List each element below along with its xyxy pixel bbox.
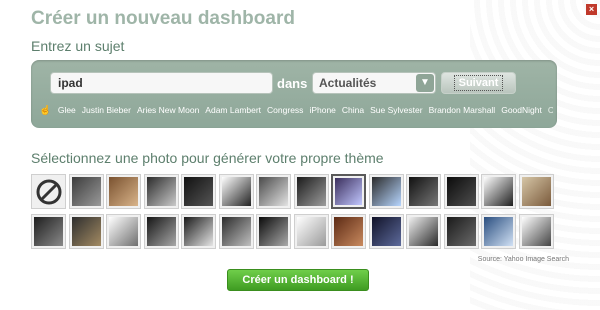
tag-link[interactable]: Aries New Moon xyxy=(137,105,199,115)
photo-select-label: Sélectionnez une photo pour générer votr… xyxy=(31,150,384,166)
photo-image xyxy=(71,217,101,246)
photo-image xyxy=(221,217,251,246)
photo-image xyxy=(146,217,176,246)
photo-thumbnail[interactable] xyxy=(406,174,441,209)
tag-link[interactable]: Brandon Marshall xyxy=(429,105,496,115)
suggested-tags: ☝ Glee Justin Bieber Aries New Moon Adam La… xyxy=(39,105,553,119)
tag-link[interactable]: China xyxy=(342,105,364,115)
photo-thumbnail[interactable] xyxy=(481,174,516,209)
photo-image xyxy=(296,217,326,246)
photo-thumbnail[interactable] xyxy=(368,174,404,209)
photo-thumbnail[interactable] xyxy=(331,174,366,209)
photo-image xyxy=(259,177,288,206)
photo-image xyxy=(296,177,326,206)
photo-thumbnail[interactable] xyxy=(106,214,141,249)
photo-image xyxy=(371,177,401,206)
page-title: Créer un nouveau dashboard xyxy=(31,8,295,29)
photo-thumbnail[interactable] xyxy=(181,174,216,209)
chevron-down-icon[interactable]: ▼ xyxy=(416,74,434,92)
tag-link[interactable]: Glee xyxy=(58,105,76,115)
photo-thumbnail[interactable] xyxy=(293,174,329,209)
photo-thumbnail[interactable] xyxy=(518,174,554,209)
photo-thumbnail[interactable] xyxy=(256,214,291,249)
photo-image xyxy=(334,217,363,246)
photo-image xyxy=(335,178,362,205)
tag-link[interactable]: GoodNight xyxy=(501,105,542,115)
photo-thumbnail[interactable] xyxy=(218,214,254,249)
photo-image xyxy=(109,217,138,246)
subject-input[interactable] xyxy=(50,72,273,94)
photo-thumbnail[interactable] xyxy=(106,174,141,209)
photo-image xyxy=(484,177,513,206)
photo-image xyxy=(259,217,288,246)
photo-thumbnail[interactable] xyxy=(443,214,479,249)
photo-thumbnail[interactable] xyxy=(256,174,291,209)
hand-pointer-icon: ☝ xyxy=(39,105,52,116)
tag-link[interactable]: Adam Lambert xyxy=(205,105,261,115)
photo-thumbnail[interactable] xyxy=(31,214,66,249)
photo-thumbnail[interactable] xyxy=(481,214,516,249)
photo-thumbnail[interactable] xyxy=(181,214,216,249)
photo-thumbnail[interactable] xyxy=(368,214,404,249)
search-panel: dans Actualités ▼ Suivant ☝ Glee Justin B… xyxy=(31,60,557,128)
photo-thumbnail[interactable] xyxy=(68,214,104,249)
photo-thumbnail[interactable] xyxy=(68,174,104,209)
create-dashboard-button[interactable]: Créer un dashboard ! xyxy=(227,269,369,291)
photo-image xyxy=(484,217,513,246)
photo-image xyxy=(184,217,213,246)
photo-image xyxy=(521,217,551,246)
close-icon[interactable]: × xyxy=(586,4,597,15)
tag-link[interactable]: iPhone xyxy=(309,105,335,115)
image-source: Source: Yahoo Image Search xyxy=(477,256,569,263)
tag-link[interactable]: Cats Love iPad xyxy=(548,105,553,115)
photo-image xyxy=(409,217,438,246)
photo-image xyxy=(146,177,176,206)
photo-image xyxy=(34,217,63,246)
in-label: dans xyxy=(277,76,308,91)
photo-image xyxy=(409,177,438,206)
photo-image xyxy=(521,177,551,206)
photo-thumbnail[interactable] xyxy=(518,214,554,249)
photo-thumbnail[interactable] xyxy=(443,174,479,209)
photo-image xyxy=(446,217,476,246)
photo-thumbnail[interactable] xyxy=(218,174,254,209)
tag-link[interactable]: Justin Bieber xyxy=(82,105,131,115)
no-photo-option[interactable] xyxy=(31,174,66,209)
category-select[interactable]: Actualités ▼ xyxy=(312,72,436,94)
photo-thumbnail[interactable] xyxy=(143,174,179,209)
tag-link[interactable]: Congress xyxy=(267,105,303,115)
photo-grid xyxy=(31,174,554,251)
photo-thumbnail[interactable] xyxy=(406,214,441,249)
photo-image xyxy=(221,177,251,206)
photo-image xyxy=(109,177,138,206)
photo-image xyxy=(71,177,101,206)
photo-thumbnail[interactable] xyxy=(331,214,366,249)
prohibited-icon xyxy=(36,179,62,205)
photo-thumbnail[interactable] xyxy=(143,214,179,249)
photo-image xyxy=(371,217,401,246)
tag-link[interactable]: Sue Sylvester xyxy=(370,105,422,115)
photo-thumbnail[interactable] xyxy=(293,214,329,249)
subject-label: Entrez un sujet xyxy=(31,38,125,54)
next-button[interactable]: Suivant xyxy=(441,72,516,94)
photo-image xyxy=(184,177,213,206)
background-pattern xyxy=(470,0,600,310)
next-button-label: Suivant xyxy=(453,75,504,91)
category-selected-value: Actualités xyxy=(319,76,377,90)
photo-image xyxy=(446,177,476,206)
